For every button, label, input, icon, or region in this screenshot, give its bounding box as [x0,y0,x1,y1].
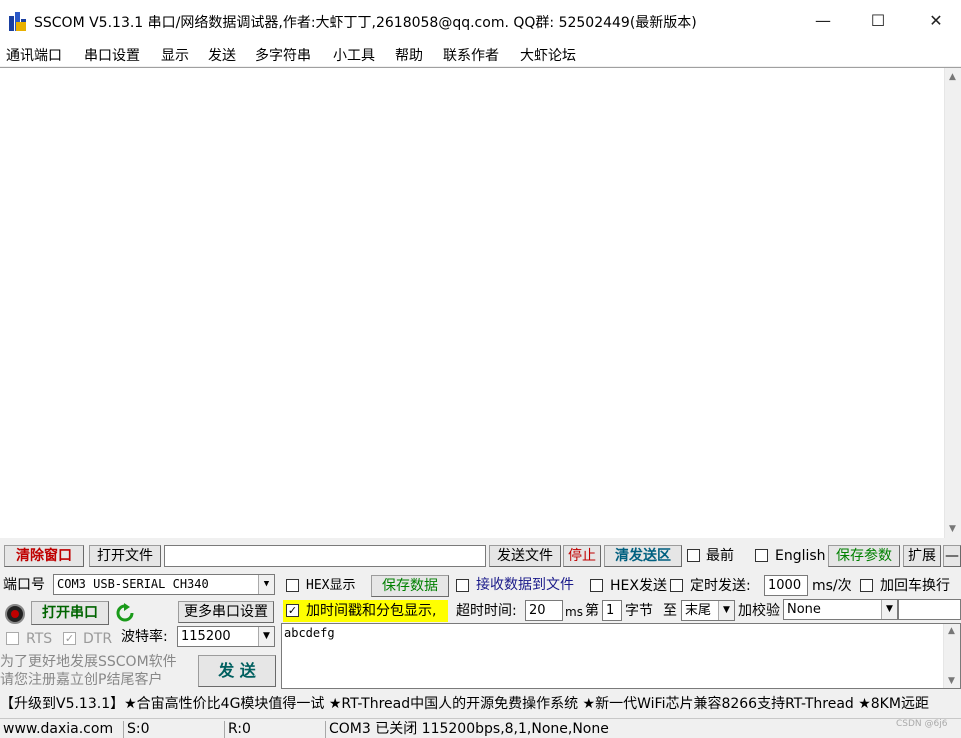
scroll-up-icon[interactable]: ▲ [949,72,956,82]
send-textarea[interactable]: abcdefg ▲ ▼ [281,623,961,689]
baud-value: 115200 [181,629,231,644]
clear-window-button[interactable]: 清除窗口 [4,545,84,567]
topmost-checkbox[interactable] [687,549,700,562]
timestamp-checkbox[interactable]: ✓ [286,604,299,617]
port-value: COM3 USB-SERIAL CH340 [57,577,209,591]
menu-bar: 通讯端口 串口设置 显示 发送 多字符串 小工具 帮助 联系作者 大虾论坛 [0,42,961,66]
baud-select[interactable]: 115200 ▼ [177,626,275,647]
port-select[interactable]: COM3 USB-SERIAL CH340 ▼ [53,574,275,595]
send-scrollbar[interactable]: ▲ ▼ [943,624,960,688]
open-file-button[interactable]: 打开文件 [89,545,161,567]
collapse-button[interactable]: — [943,545,961,567]
byte-suffix: 字节 [625,603,653,619]
menu-display[interactable]: 显示 [161,45,189,65]
expand-button[interactable]: 扩展 [903,545,941,567]
rts-label: RTS [26,631,53,647]
chevron-down-icon: ▼ [881,600,897,619]
byte-prefix: 第 [585,603,599,619]
baud-label: 波特率: [121,629,168,645]
close-button[interactable]: ✕ [913,6,959,36]
clear-send-button[interactable]: 清发送区 [604,545,682,567]
rts-checkbox[interactable] [6,632,19,645]
scroll-down-icon[interactable]: ▼ [949,524,956,534]
timestamp-label: 加时间戳和分包显示, [306,603,437,619]
menu-comm-port[interactable]: 通讯端口 [6,45,62,65]
port-label: 端口号 [3,577,45,593]
stop-button[interactable]: 停止 [563,545,601,567]
chevron-down-icon: ▼ [718,601,734,620]
to-value: 末尾 [685,603,712,618]
timeout-input[interactable]: 20 [525,600,563,621]
maximize-button[interactable]: ☐ [855,6,901,36]
menu-tools[interactable]: 小工具 [333,45,375,65]
chevron-down-icon: ▼ [258,575,274,594]
interval-unit: ms/次 [812,578,852,594]
chevron-down-icon: ▼ [258,627,274,646]
menu-help[interactable]: 帮助 [395,45,423,65]
send-text: abcdefg [284,626,335,640]
status-sent: S:0 [123,721,223,738]
hex-send-checkbox[interactable] [590,579,603,592]
topmost-label: 最前 [706,548,734,564]
interval-input[interactable]: 1000 [764,575,808,596]
timed-send-checkbox[interactable] [670,579,683,592]
watermark: CSDN @6j6 [896,719,948,729]
hex-display-label: HEX显示 [306,578,356,593]
recv-to-file-label: 接收数据到文件 [476,577,574,593]
menu-send[interactable]: 发送 [208,45,236,65]
hex-send-label: HEX发送 [610,578,667,594]
window-title: SSCOM V5.13.1 串口/网络数据调试器,作者:大虾丁丁,2618058… [34,15,697,31]
file-path-input[interactable] [164,545,486,567]
send-file-button[interactable]: 发送文件 [489,545,561,567]
refresh-icon[interactable] [115,603,135,623]
status-state: COM3 已关闭 115200bps,8,1,None,None [325,721,885,738]
receive-area[interactable]: ▲ ▼ [0,67,961,538]
receive-scrollbar[interactable]: ▲ ▼ [944,68,961,538]
add-crlf-checkbox[interactable] [860,579,873,592]
checksum-extra-field[interactable] [898,599,961,620]
dtr-label: DTR [83,631,113,647]
status-site[interactable]: www.daxia.com [0,721,122,738]
checksum-value: None [787,602,821,617]
timeout-label: 超时时间: [456,603,517,619]
menu-multi-string[interactable]: 多字符串 [255,45,311,65]
menu-contact-author[interactable]: 联系作者 [443,45,499,65]
timeout-unit: ms [565,605,583,619]
english-label: English [775,548,826,564]
to-select[interactable]: 末尾 ▼ [681,600,735,621]
ad-ticker[interactable]: 【升级到V5.13.1】★合宙高性价比4G模块值得一试 ★RT-Thread中国… [0,693,961,715]
timed-send-label: 定时发送: [690,578,751,594]
save-params-button[interactable]: 保存参数 [828,545,900,567]
menu-serial-settings[interactable]: 串口设置 [84,45,140,65]
menu-forum[interactable]: 大虾论坛 [520,45,576,65]
to-label: 至 [663,603,677,619]
hex-display-checkbox[interactable] [286,579,299,592]
checksum-label: 加校验 [738,603,780,619]
recv-to-file-checkbox[interactable] [456,579,469,592]
open-port-button[interactable]: 打开串口 [31,601,109,625]
dtr-checkbox[interactable]: ✓ [63,632,76,645]
title-bar: SSCOM V5.13.1 串口/网络数据调试器,作者:大虾丁丁,2618058… [0,0,961,42]
scroll-down-icon[interactable]: ▼ [948,676,955,686]
scroll-up-icon[interactable]: ▲ [948,626,955,636]
promo-text[interactable]: 为了更好地发展SSCOM软件 请您注册嘉立创P结尾客户 [0,653,195,691]
app-icon [9,12,26,31]
byte-index-input[interactable]: 1 [602,600,622,621]
checksum-select[interactable]: None ▼ [783,599,898,620]
more-settings-button[interactable]: 更多串口设置 [178,601,274,623]
port-status-icon [5,604,25,624]
save-data-button[interactable]: 保存数据 [371,575,449,597]
english-checkbox[interactable] [755,549,768,562]
add-crlf-label: 加回车换行 [880,578,950,594]
status-bar: www.daxia.com S:0 R:0 COM3 已关闭 115200bps… [0,718,961,738]
status-recv: R:0 [224,721,324,738]
send-button[interactable]: 发 送 [198,655,276,687]
minimize-button[interactable]: — [800,6,846,36]
